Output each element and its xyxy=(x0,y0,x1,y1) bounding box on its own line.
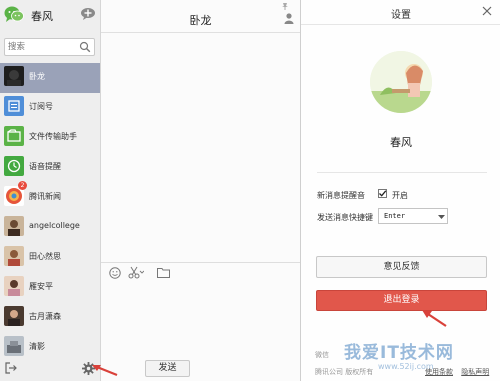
footer-links: 使用条款 隐私声明 xyxy=(419,367,489,377)
contact-item[interactable]: 田心然思 xyxy=(0,243,100,273)
profile-name: 春风 xyxy=(390,136,412,149)
divider xyxy=(317,172,487,173)
sidebar-footer xyxy=(0,357,100,381)
divider xyxy=(101,32,300,33)
chat-panel: 卧龙 xyxy=(101,0,300,381)
exit-icon[interactable] xyxy=(5,362,17,374)
scissors-icon[interactable] xyxy=(128,266,144,279)
settings-title: 设置 xyxy=(391,10,411,21)
contact-avatar xyxy=(4,336,24,356)
pin-icon[interactable] xyxy=(281,2,289,10)
user-name: 春风 xyxy=(31,10,53,23)
profile-avatar xyxy=(370,51,432,113)
contact-item[interactable]: 雁安平 xyxy=(0,273,100,303)
chevron-down-icon xyxy=(438,215,445,219)
contact-avatar xyxy=(4,216,24,236)
contact-name: 清影 xyxy=(29,342,45,351)
sidebar-header: 春风 xyxy=(0,0,101,32)
notify-sound-option[interactable]: 开启 xyxy=(392,190,408,201)
gear-icon[interactable] xyxy=(82,362,95,375)
contact-item[interactable]: 卧龙 xyxy=(0,63,100,93)
folder-icon[interactable] xyxy=(157,267,170,278)
contact-name: 订阅号 xyxy=(29,102,53,111)
send-button[interactable]: 发送 xyxy=(145,360,190,377)
contact-item[interactable]: 订阅号 xyxy=(0,93,100,123)
chat-toolbar xyxy=(101,262,300,282)
contact-name: 语音提醒 xyxy=(29,162,61,171)
person-icon[interactable] xyxy=(284,13,294,24)
unread-badge: 2 xyxy=(18,181,27,190)
contact-name: angelcollege xyxy=(29,221,80,230)
divider xyxy=(301,24,500,25)
logout-button[interactable]: 退出登录 xyxy=(316,290,487,311)
subscription-icon xyxy=(4,96,24,116)
chat-title: 卧龙 xyxy=(189,14,212,27)
sidebar: 春风 卧龙 订阅号 文件传输助手 xyxy=(0,0,101,381)
contact-item[interactable]: 古月潇森 xyxy=(0,303,100,333)
notify-sound-label: 新消息提醒音 xyxy=(317,191,365,200)
settings-panel: 设置 春风 新消息提醒音 开启 发送消息快捷键 Enter 意见反馈 退出登录 … xyxy=(300,0,500,381)
contact-item[interactable]: 2 腾讯新闻 xyxy=(0,181,100,213)
contact-name: 卧龙 xyxy=(29,72,45,81)
search-input[interactable] xyxy=(8,40,78,54)
send-shortcut-label: 发送消息快捷键 xyxy=(317,213,373,222)
contact-name: 文件传输助手 xyxy=(29,132,77,141)
feedback-button[interactable]: 意见反馈 xyxy=(316,256,487,278)
contact-name: 田心然思 xyxy=(29,252,61,261)
contact-avatar xyxy=(4,66,24,86)
footer-copyright: 腾讯公司 版权所有 xyxy=(315,368,374,376)
contact-name: 腾讯新闻 xyxy=(29,192,61,201)
wechat-logo-icon xyxy=(4,6,24,22)
contact-item[interactable]: 文件传输助手 xyxy=(0,123,100,153)
close-icon[interactable] xyxy=(482,6,492,16)
contact-avatar xyxy=(4,276,24,296)
privacy-link[interactable]: 隐私声明 xyxy=(461,368,489,376)
voice-reminder-icon xyxy=(4,156,24,176)
send-shortcut-value: Enter xyxy=(384,212,406,220)
contact-avatar xyxy=(4,246,24,266)
notify-sound-checkbox[interactable] xyxy=(378,189,387,198)
emoji-icon[interactable] xyxy=(109,267,121,279)
new-chat-icon[interactable] xyxy=(80,7,96,21)
contact-name: 雁安平 xyxy=(29,282,53,291)
file-transfer-icon xyxy=(4,126,24,146)
contact-item[interactable]: 语音提醒 xyxy=(0,153,100,183)
send-shortcut-select[interactable]: Enter xyxy=(378,208,448,224)
contact-item[interactable]: angelcollege xyxy=(0,213,100,243)
terms-link[interactable]: 使用条款 xyxy=(425,368,453,376)
footer-app-name: 微信 xyxy=(315,351,329,359)
contact-avatar xyxy=(4,306,24,326)
search-icon[interactable] xyxy=(79,41,91,53)
search-box[interactable] xyxy=(4,38,95,56)
contact-name: 古月潇森 xyxy=(29,312,61,321)
